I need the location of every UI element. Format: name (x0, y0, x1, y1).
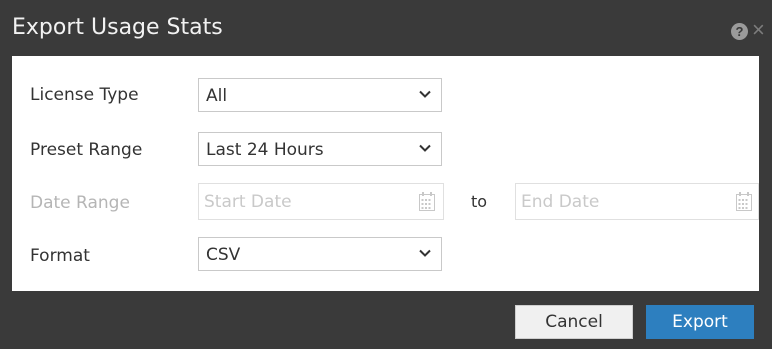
export-usage-stats-dialog: Export Usage Stats ? × License Type All … (0, 0, 772, 349)
preset-range-select[interactable]: Last 24 Hours (198, 132, 442, 166)
format-label: Format (30, 246, 90, 266)
format-value: CSV (206, 245, 241, 265)
dialog-footer: Cancel Export (12, 291, 759, 349)
preset-range-label: Preset Range (30, 140, 143, 160)
start-date-field[interactable]: Start Date (198, 183, 444, 220)
license-type-label: License Type (30, 85, 139, 105)
license-type-value: All (206, 86, 228, 106)
start-date-placeholder: Start Date (204, 192, 292, 212)
license-type-select[interactable]: All (198, 78, 442, 112)
chevron-down-icon (419, 249, 431, 257)
export-button[interactable]: Export (646, 305, 754, 339)
end-date-field[interactable]: End Date (515, 183, 759, 220)
dialog-title-bar: Export Usage Stats ? × (0, 0, 772, 56)
date-range-label: Date Range (30, 193, 130, 213)
dialog-title: Export Usage Stats (12, 15, 223, 40)
close-icon[interactable]: × (752, 18, 772, 42)
end-date-placeholder: End Date (521, 192, 600, 212)
dialog-body: License Type All Preset Range Last 24 Ho… (12, 56, 759, 291)
preset-range-value: Last 24 Hours (206, 140, 324, 160)
calendar-icon[interactable] (419, 192, 435, 211)
chevron-down-icon (419, 144, 431, 152)
chevron-down-icon (419, 90, 431, 98)
help-icon[interactable]: ? (731, 23, 748, 40)
calendar-icon[interactable] (736, 192, 752, 211)
cancel-button[interactable]: Cancel (515, 305, 633, 339)
format-select[interactable]: CSV (198, 237, 442, 271)
date-range-separator: to (471, 192, 488, 211)
